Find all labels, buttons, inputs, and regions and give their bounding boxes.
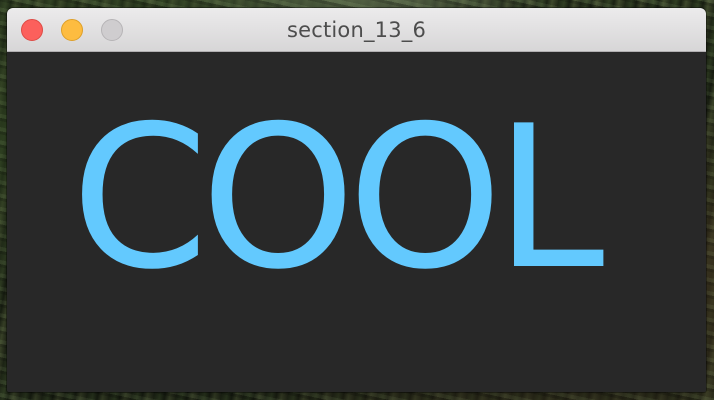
app-window: section_13_6 COOL <box>7 8 706 392</box>
close-button[interactable] <box>21 19 43 41</box>
window-titlebar[interactable]: section_13_6 <box>7 8 706 52</box>
minimize-button[interactable] <box>61 19 83 41</box>
window-title: section_13_6 <box>286 17 427 42</box>
cool-text: COOL <box>71 84 604 313</box>
zoom-button[interactable] <box>101 19 123 41</box>
sketch-canvas[interactable]: COOL <box>7 52 706 392</box>
